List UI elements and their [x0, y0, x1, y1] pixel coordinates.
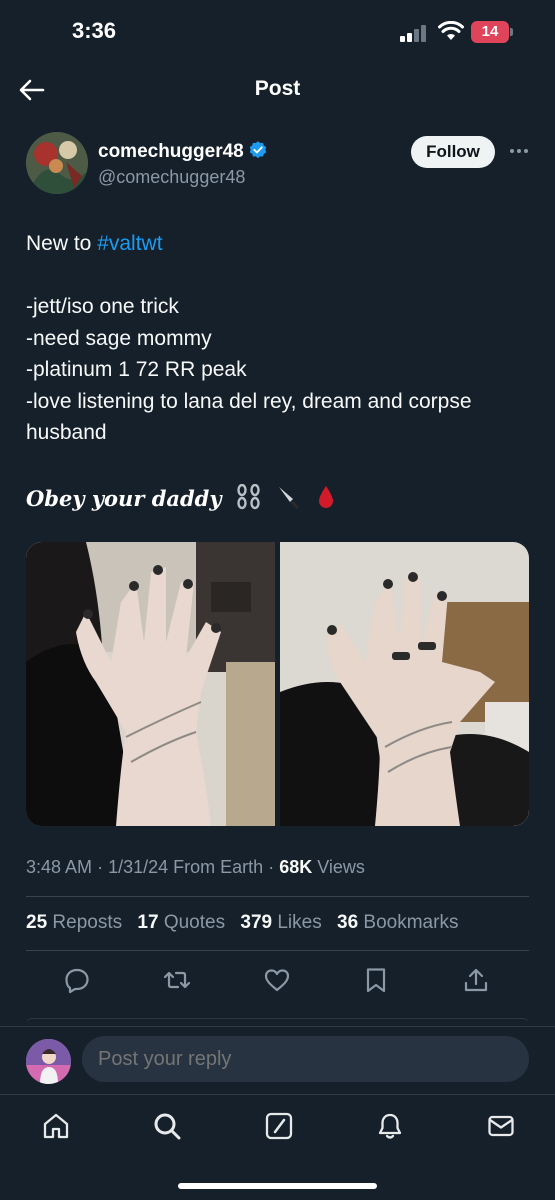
reposts-label: Reposts	[52, 912, 123, 933]
user-avatar[interactable]	[26, 1039, 71, 1084]
likes-count: 379	[240, 912, 273, 933]
knife-emoji	[279, 487, 300, 509]
post-line: -need sage mommy	[26, 326, 212, 350]
search-icon[interactable]	[152, 1111, 182, 1141]
meta-separator: ·	[268, 857, 280, 877]
chains-emoji	[237, 484, 260, 510]
styled-text-line: Obey your daddy	[26, 484, 336, 511]
status-bar: 3:36 14	[0, 0, 555, 66]
post-source: From Earth	[173, 857, 264, 877]
post-media[interactable]	[26, 542, 529, 826]
page-title: Post	[254, 77, 301, 100]
likes-stat[interactable]: 379 Likes	[240, 912, 321, 933]
author-name-text: comechugger48	[98, 141, 244, 162]
post-line: -platinum 1 72 RR peak	[26, 358, 247, 381]
hashtag-link[interactable]: #valtwt	[97, 232, 162, 255]
verified-badge-icon	[249, 141, 266, 159]
grok-icon[interactable]	[264, 1111, 294, 1141]
author-display-name[interactable]: comechugger48	[98, 140, 268, 163]
meta-separator: ·	[97, 857, 109, 877]
quotes-count: 17	[137, 912, 159, 933]
post-time: 3:48 AM	[26, 857, 93, 877]
share-icon[interactable]	[462, 966, 490, 994]
reply-preview-edge	[26, 1018, 529, 1024]
follow-button[interactable]: Follow	[411, 136, 495, 168]
home-icon[interactable]	[41, 1111, 71, 1141]
reply-input[interactable]	[82, 1036, 529, 1082]
reply-icon[interactable]	[63, 966, 91, 994]
post-intro-text: New to	[26, 232, 98, 255]
home-indicator	[178, 1183, 377, 1189]
like-icon[interactable]	[263, 966, 291, 994]
bookmarks-label: Bookmarks	[363, 912, 459, 933]
reply-composer	[0, 1026, 555, 1092]
post-photo-1[interactable]	[26, 542, 275, 826]
likes-label: Likes	[277, 912, 322, 933]
post-author: comechugger48 @comechugger48 Follow	[26, 132, 536, 196]
engagement-stats: 25 Reposts 17 Quotes 379 Likes 36 Bookma…	[26, 912, 468, 934]
post-actions	[26, 962, 529, 998]
bottom-tab-bar	[0, 1094, 555, 1154]
post-body: New to #valtwt -jett/iso one trick -need…	[26, 228, 531, 449]
post-line: -love listening to lana del rey, dream a…	[26, 389, 472, 413]
quotes-stat[interactable]: 17 Quotes	[137, 912, 225, 933]
messages-icon[interactable]	[486, 1111, 516, 1141]
wifi-icon	[438, 20, 464, 41]
battery-level: 14	[471, 21, 509, 43]
divider	[26, 896, 529, 897]
post-meta: 3:48 AM · 1/31/24 From Earth · 68K Views	[26, 857, 365, 878]
post-date: 1/31/24	[108, 857, 169, 877]
more-options-icon[interactable]	[508, 140, 530, 162]
post-line: -jett/iso one trick	[26, 295, 179, 318]
cellular-signal-icon	[400, 24, 430, 42]
bookmarks-count: 36	[337, 912, 359, 933]
blood-drop-emoji	[318, 486, 333, 508]
post-photo-2[interactable]	[280, 542, 529, 826]
author-handle[interactable]: @comechugger48	[98, 167, 245, 188]
reposts-count: 25	[26, 912, 48, 933]
post-intro-line: New to #valtwt	[26, 228, 531, 260]
divider	[26, 950, 529, 951]
top-nav: Post	[0, 66, 555, 114]
quotes-label: Quotes	[163, 912, 226, 933]
bookmark-icon[interactable]	[362, 966, 390, 994]
post-line: husband	[26, 421, 107, 444]
repost-icon[interactable]	[163, 966, 191, 994]
status-time: 3:36	[72, 18, 117, 43]
views-label: Views	[317, 857, 365, 877]
views-count: 68K	[279, 857, 313, 877]
battery-icon: 14	[471, 21, 513, 43]
author-avatar[interactable]	[26, 132, 88, 194]
reposts-stat[interactable]: 25 Reposts	[26, 912, 122, 933]
bookmarks-stat[interactable]: 36 Bookmarks	[337, 912, 458, 933]
notifications-icon[interactable]	[375, 1111, 405, 1141]
styled-text: Obey your daddy	[26, 486, 222, 511]
